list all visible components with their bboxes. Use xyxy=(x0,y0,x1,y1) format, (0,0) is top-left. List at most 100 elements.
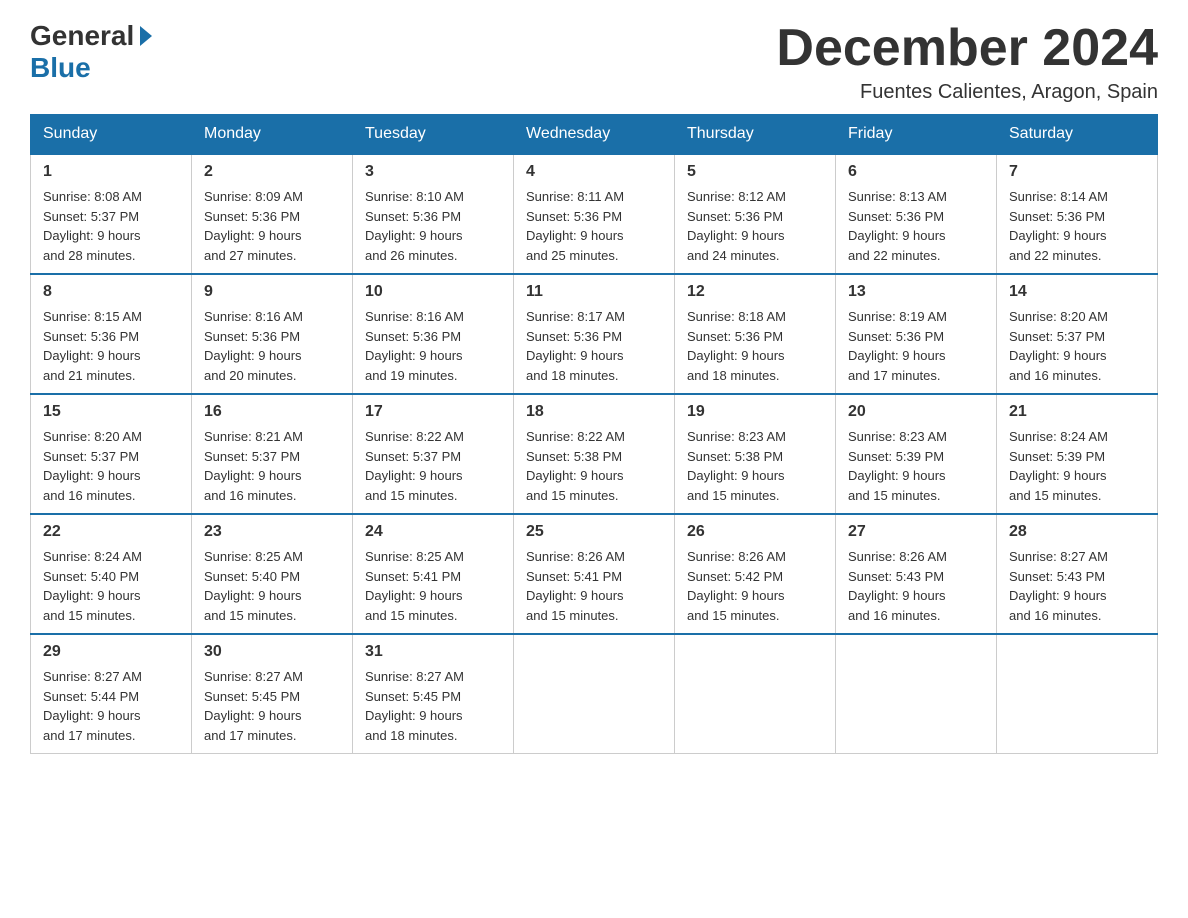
daylight-minutes: and 17 minutes. xyxy=(43,728,136,743)
sunrise-label: Sunrise: 8:27 AM xyxy=(1009,549,1108,564)
sunrise-label: Sunrise: 8:26 AM xyxy=(526,549,625,564)
header-wednesday: Wednesday xyxy=(514,115,675,155)
calendar-cell: 3 Sunrise: 8:10 AM Sunset: 5:36 PM Dayli… xyxy=(353,154,514,274)
day-number: 8 xyxy=(43,283,179,301)
sunrise-label: Sunrise: 8:10 AM xyxy=(365,189,464,204)
calendar-cell: 29 Sunrise: 8:27 AM Sunset: 5:44 PM Dayl… xyxy=(31,634,192,754)
day-number: 7 xyxy=(1009,163,1145,181)
calendar-cell: 7 Sunrise: 8:14 AM Sunset: 5:36 PM Dayli… xyxy=(997,154,1158,274)
daylight-label: Daylight: 9 hours xyxy=(365,708,463,723)
calendar-table: SundayMondayTuesdayWednesdayThursdayFrid… xyxy=(30,114,1158,754)
day-info: Sunrise: 8:25 AM Sunset: 5:41 PM Dayligh… xyxy=(365,547,501,625)
week-row-5: 29 Sunrise: 8:27 AM Sunset: 5:44 PM Dayl… xyxy=(31,634,1158,754)
daylight-label: Daylight: 9 hours xyxy=(526,468,624,483)
sunset-label: Sunset: 5:37 PM xyxy=(43,209,139,224)
day-info: Sunrise: 8:27 AM Sunset: 5:45 PM Dayligh… xyxy=(365,667,501,745)
daylight-label: Daylight: 9 hours xyxy=(848,348,946,363)
calendar-cell: 27 Sunrise: 8:26 AM Sunset: 5:43 PM Dayl… xyxy=(836,514,997,634)
day-number: 11 xyxy=(526,283,662,301)
day-info: Sunrise: 8:10 AM Sunset: 5:36 PM Dayligh… xyxy=(365,187,501,265)
daylight-minutes: and 15 minutes. xyxy=(526,608,619,623)
day-info: Sunrise: 8:21 AM Sunset: 5:37 PM Dayligh… xyxy=(204,427,340,505)
daylight-label: Daylight: 9 hours xyxy=(43,468,141,483)
calendar-cell: 5 Sunrise: 8:12 AM Sunset: 5:36 PM Dayli… xyxy=(675,154,836,274)
sunrise-label: Sunrise: 8:15 AM xyxy=(43,309,142,324)
header-saturday: Saturday xyxy=(997,115,1158,155)
daylight-minutes: and 15 minutes. xyxy=(1009,488,1102,503)
sunrise-label: Sunrise: 8:14 AM xyxy=(1009,189,1108,204)
day-number: 26 xyxy=(687,523,823,541)
daylight-label: Daylight: 9 hours xyxy=(43,228,141,243)
day-number: 4 xyxy=(526,163,662,181)
calendar-cell: 13 Sunrise: 8:19 AM Sunset: 5:36 PM Dayl… xyxy=(836,274,997,394)
sunset-label: Sunset: 5:45 PM xyxy=(204,689,300,704)
daylight-minutes: and 15 minutes. xyxy=(526,488,619,503)
calendar-cell: 28 Sunrise: 8:27 AM Sunset: 5:43 PM Dayl… xyxy=(997,514,1158,634)
sunrise-label: Sunrise: 8:16 AM xyxy=(204,309,303,324)
daylight-minutes: and 20 minutes. xyxy=(204,368,297,383)
sunrise-label: Sunrise: 8:20 AM xyxy=(43,429,142,444)
day-info: Sunrise: 8:26 AM Sunset: 5:41 PM Dayligh… xyxy=(526,547,662,625)
day-info: Sunrise: 8:20 AM Sunset: 5:37 PM Dayligh… xyxy=(43,427,179,505)
day-number: 30 xyxy=(204,643,340,661)
sunrise-label: Sunrise: 8:19 AM xyxy=(848,309,947,324)
day-info: Sunrise: 8:22 AM Sunset: 5:38 PM Dayligh… xyxy=(526,427,662,505)
daylight-minutes: and 15 minutes. xyxy=(365,608,458,623)
sunset-label: Sunset: 5:44 PM xyxy=(43,689,139,704)
sunset-label: Sunset: 5:36 PM xyxy=(526,329,622,344)
sunrise-label: Sunrise: 8:22 AM xyxy=(365,429,464,444)
daylight-label: Daylight: 9 hours xyxy=(204,708,302,723)
sunrise-label: Sunrise: 8:13 AM xyxy=(848,189,947,204)
daylight-label: Daylight: 9 hours xyxy=(204,348,302,363)
calendar-cell: 12 Sunrise: 8:18 AM Sunset: 5:36 PM Dayl… xyxy=(675,274,836,394)
calendar-cell: 20 Sunrise: 8:23 AM Sunset: 5:39 PM Dayl… xyxy=(836,394,997,514)
sunrise-label: Sunrise: 8:24 AM xyxy=(1009,429,1108,444)
sunset-label: Sunset: 5:37 PM xyxy=(204,449,300,464)
sunset-label: Sunset: 5:41 PM xyxy=(526,569,622,584)
daylight-label: Daylight: 9 hours xyxy=(848,588,946,603)
calendar-cell: 26 Sunrise: 8:26 AM Sunset: 5:42 PM Dayl… xyxy=(675,514,836,634)
daylight-label: Daylight: 9 hours xyxy=(43,588,141,603)
calendar-cell: 30 Sunrise: 8:27 AM Sunset: 5:45 PM Dayl… xyxy=(192,634,353,754)
daylight-minutes: and 16 minutes. xyxy=(1009,608,1102,623)
sunset-label: Sunset: 5:38 PM xyxy=(526,449,622,464)
sunset-label: Sunset: 5:37 PM xyxy=(365,449,461,464)
sunrise-label: Sunrise: 8:21 AM xyxy=(204,429,303,444)
sunset-label: Sunset: 5:36 PM xyxy=(1009,209,1105,224)
sunrise-label: Sunrise: 8:20 AM xyxy=(1009,309,1108,324)
day-number: 29 xyxy=(43,643,179,661)
sunrise-label: Sunrise: 8:27 AM xyxy=(43,669,142,684)
sunrise-label: Sunrise: 8:26 AM xyxy=(687,549,786,564)
calendar-cell: 14 Sunrise: 8:20 AM Sunset: 5:37 PM Dayl… xyxy=(997,274,1158,394)
day-number: 28 xyxy=(1009,523,1145,541)
day-info: Sunrise: 8:15 AM Sunset: 5:36 PM Dayligh… xyxy=(43,307,179,385)
sunset-label: Sunset: 5:36 PM xyxy=(848,209,944,224)
calendar-cell: 9 Sunrise: 8:16 AM Sunset: 5:36 PM Dayli… xyxy=(192,274,353,394)
daylight-minutes: and 17 minutes. xyxy=(848,368,941,383)
day-info: Sunrise: 8:27 AM Sunset: 5:43 PM Dayligh… xyxy=(1009,547,1145,625)
daylight-minutes: and 19 minutes. xyxy=(365,368,458,383)
sunset-label: Sunset: 5:43 PM xyxy=(848,569,944,584)
day-number: 12 xyxy=(687,283,823,301)
day-number: 6 xyxy=(848,163,984,181)
day-number: 1 xyxy=(43,163,179,181)
calendar-cell xyxy=(514,634,675,754)
day-info: Sunrise: 8:26 AM Sunset: 5:42 PM Dayligh… xyxy=(687,547,823,625)
sunrise-label: Sunrise: 8:17 AM xyxy=(526,309,625,324)
header-tuesday: Tuesday xyxy=(353,115,514,155)
daylight-label: Daylight: 9 hours xyxy=(848,468,946,483)
logo: General Blue xyxy=(30,20,152,84)
day-number: 16 xyxy=(204,403,340,421)
week-row-1: 1 Sunrise: 8:08 AM Sunset: 5:37 PM Dayli… xyxy=(31,154,1158,274)
daylight-label: Daylight: 9 hours xyxy=(1009,228,1107,243)
day-info: Sunrise: 8:11 AM Sunset: 5:36 PM Dayligh… xyxy=(526,187,662,265)
day-number: 23 xyxy=(204,523,340,541)
sunset-label: Sunset: 5:36 PM xyxy=(43,329,139,344)
calendar-cell: 18 Sunrise: 8:22 AM Sunset: 5:38 PM Dayl… xyxy=(514,394,675,514)
daylight-label: Daylight: 9 hours xyxy=(365,348,463,363)
day-info: Sunrise: 8:25 AM Sunset: 5:40 PM Dayligh… xyxy=(204,547,340,625)
day-info: Sunrise: 8:24 AM Sunset: 5:40 PM Dayligh… xyxy=(43,547,179,625)
daylight-label: Daylight: 9 hours xyxy=(365,468,463,483)
day-number: 5 xyxy=(687,163,823,181)
page-header: General Blue December 2024 Fuentes Calie… xyxy=(30,20,1158,104)
